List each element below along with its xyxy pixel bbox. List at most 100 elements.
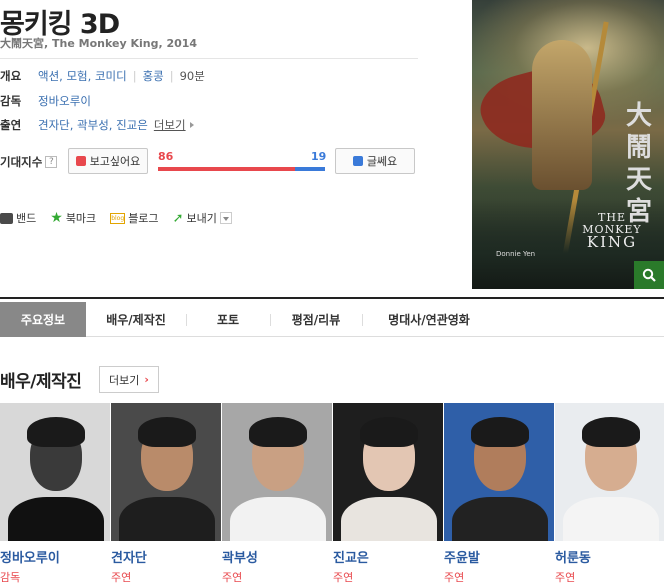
cast-name[interactable]: 곽부성 (222, 547, 332, 566)
not-sure-button[interactable]: 글쎄요 (335, 148, 415, 174)
tab-bar: 주요정보 배우/제작진 포토 평점/리뷰 명대사/연관영화 (0, 302, 664, 337)
chevron-down-icon[interactable] (219, 212, 232, 224)
separator: | (169, 69, 174, 83)
section-more-label: 더보기 (109, 373, 140, 387)
cast-list: 정바오루이 감독 견자단 주연 곽부성 주연 진교은 주연 주윤발 주연 허룬동… (0, 403, 664, 587)
share-send-label: 보내기 (186, 212, 217, 225)
photo-body (230, 497, 326, 541)
poster-en-king: KING (586, 233, 638, 251)
share-bookmark-label: 북마크 (65, 212, 97, 225)
thumbs-down-icon (352, 156, 363, 166)
runtime: 90분 (179, 69, 205, 83)
cast-card[interactable]: 곽부성 주연 (222, 403, 332, 585)
share-band[interactable]: 밴드 (0, 210, 36, 226)
divider (0, 58, 418, 59)
cast-role: 주연 (222, 571, 243, 584)
director-row: 감독 정바오루이 (0, 93, 91, 109)
like-count: 86 (158, 150, 174, 163)
cast-card[interactable]: 주윤발 주연 (444, 403, 554, 585)
photo-hair (138, 417, 196, 447)
movie-poster[interactable]: 大鬧天宮 THE MONKEY KING Donnie Yen (472, 0, 664, 289)
not-sure-label: 글쎄요 (366, 155, 398, 168)
share-bookmark[interactable]: ★ 북마크 (50, 210, 96, 226)
cast-name[interactable]: 정바오루이 (0, 547, 110, 566)
photo-body (8, 497, 104, 541)
photo-body (452, 497, 548, 541)
chevron-right-icon: › (144, 373, 149, 386)
cast-photo[interactable] (555, 403, 664, 541)
cast-name[interactable]: 주윤발 (444, 547, 554, 566)
share-band-label: 밴드 (16, 212, 37, 225)
star-icon: ★ (50, 210, 63, 226)
share-icon: ➚ (172, 210, 184, 226)
cast-photo[interactable] (111, 403, 221, 541)
want-to-see-button[interactable]: 보고싶어요 (68, 148, 148, 174)
share-blog[interactable]: blog 블로그 (110, 210, 159, 226)
share-blog-label: 블로그 (128, 212, 159, 225)
section-more-button[interactable]: 더보기 › (99, 366, 159, 393)
expectation-bar (158, 167, 325, 171)
director-link[interactable]: 정바오루이 (38, 93, 91, 109)
poster-figure (532, 40, 592, 190)
thumbs-up-icon (75, 156, 86, 166)
photo-hair (360, 417, 418, 447)
cast-photo[interactable] (0, 403, 110, 541)
cast-card[interactable]: 허룬동 주연 (555, 403, 664, 585)
cast-role: 주연 (444, 571, 465, 584)
photo-hair (27, 417, 85, 447)
share-bar: 밴드 ★ 북마크 blog 블로그 ➚ 보내기 (0, 210, 246, 226)
tabs-top-border (0, 297, 664, 299)
poster-zoom-button[interactable] (634, 261, 664, 289)
poster-actor: Donnie Yen (496, 250, 536, 258)
tab-photo[interactable]: 포토 (186, 302, 270, 337)
cast-more-link[interactable]: 더보기 (154, 117, 186, 133)
cast-card[interactable]: 진교은 주연 (333, 403, 443, 585)
section-title: 배우/제작진 (0, 372, 82, 392)
help-icon[interactable]: ? (45, 156, 58, 168)
band-icon (0, 212, 13, 224)
tab-main-info[interactable]: 주요정보 (0, 302, 86, 337)
photo-hair (582, 417, 640, 447)
want-to-see-label: 보고싶어요 (89, 155, 141, 168)
cast-name[interactable]: 진교은 (333, 547, 443, 566)
director-label: 감독 (0, 94, 22, 108)
tab-reviews[interactable]: 평점/리뷰 (270, 302, 362, 337)
separator: | (132, 69, 137, 83)
overview-label: 개요 (0, 69, 22, 83)
chevron-right-icon (189, 122, 194, 128)
tab-cast-crew[interactable]: 배우/제작진 (86, 302, 186, 337)
cast-row: 출연 견자단, 곽부성, 진교은 더보기 (0, 117, 194, 133)
cast-role: 주연 (333, 571, 354, 584)
cast-role: 주연 (111, 571, 132, 584)
cast-card[interactable]: 정바오루이 감독 (0, 403, 110, 585)
cast-photo[interactable] (444, 403, 554, 541)
photo-body (341, 497, 437, 541)
cast-name[interactable]: 허룬동 (555, 547, 664, 566)
cast-label: 출연 (0, 118, 22, 132)
poster-calligraphy: 大鬧天宮 (625, 101, 652, 227)
share-send[interactable]: ➚ 보내기 (173, 210, 232, 226)
cast-links[interactable]: 견자단, 곽부성, 진교은 (38, 117, 148, 133)
photo-body (563, 497, 659, 541)
photo-body (119, 497, 215, 541)
photo-hair (471, 417, 529, 447)
cast-photo[interactable] (222, 403, 332, 541)
expectation-label: 기대지수 (0, 155, 43, 169)
photo-hair (249, 417, 307, 447)
cast-photo[interactable] (333, 403, 443, 541)
search-icon (642, 268, 656, 282)
movie-subtitle: 大鬧天宮, The Monkey King, 2014 (0, 37, 198, 50)
dislike-count: 19 (311, 150, 327, 163)
genre-links[interactable]: 액션, 모험, 코미디 (38, 68, 127, 84)
country-link[interactable]: 홍콩 (143, 68, 164, 84)
expectation-bar-fill (158, 167, 295, 171)
cast-name[interactable]: 견자단 (111, 547, 221, 566)
overview-row: 개요 액션, 모험, 코미디 | 홍콩 | 90분 (0, 68, 205, 84)
cast-role: 주연 (555, 571, 576, 584)
tab-quotes-related[interactable]: 명대사/연관영화 (362, 302, 496, 337)
poster-english-title: THE MONKEY KING (572, 212, 652, 251)
cast-role: 감독 (0, 571, 21, 584)
cast-card[interactable]: 견자단 주연 (111, 403, 221, 585)
blog-icon: blog (110, 212, 126, 224)
expectation-label-wrap: 기대지수 ? (0, 154, 58, 170)
